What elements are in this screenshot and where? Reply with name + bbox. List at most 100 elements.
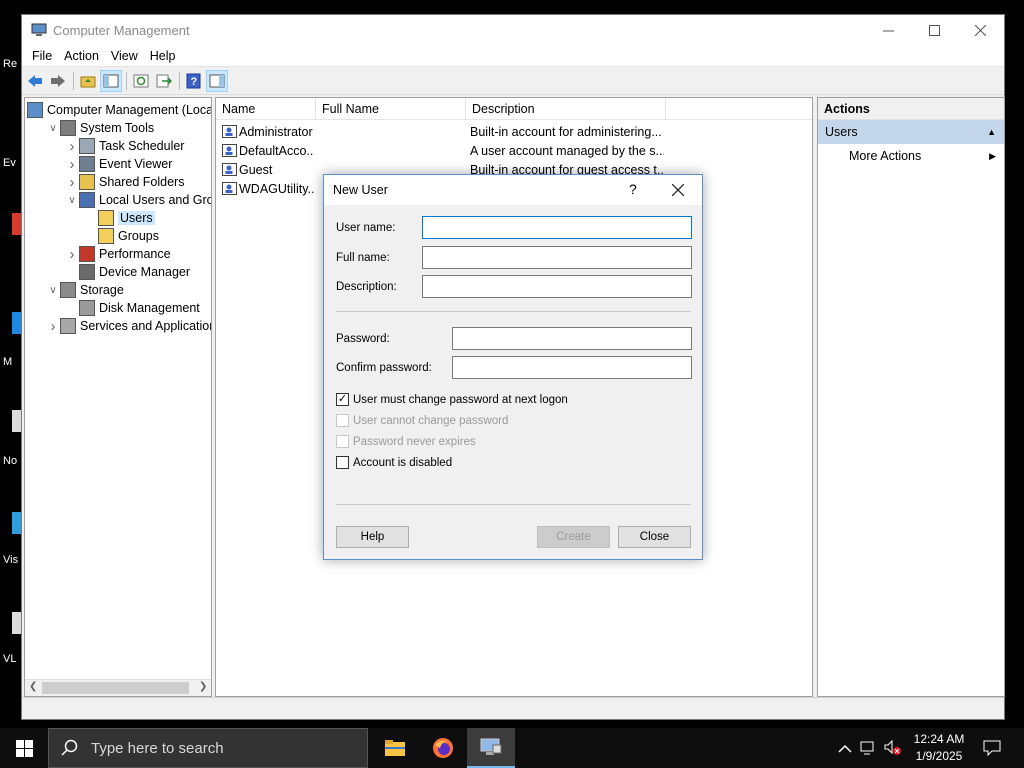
computer-management-taskbar-button[interactable] bbox=[467, 728, 515, 768]
expand-right-icon[interactable]: › bbox=[65, 246, 79, 263]
taskbar-clock[interactable]: 12:24 AM 1/9/2025 bbox=[905, 731, 973, 765]
menu-view[interactable]: View bbox=[105, 49, 144, 63]
file-explorer-taskbar-button[interactable] bbox=[371, 728, 419, 768]
confirm-password-field[interactable] bbox=[452, 356, 692, 379]
notifications-button[interactable] bbox=[972, 728, 1012, 768]
maximize-button[interactable] bbox=[911, 15, 957, 45]
back-button[interactable] bbox=[24, 70, 46, 92]
start-button[interactable] bbox=[0, 728, 48, 768]
back-arrow-icon bbox=[28, 74, 42, 87]
account-disabled-checkbox[interactable]: Account is disabled bbox=[336, 456, 452, 469]
windows-logo-icon bbox=[15, 739, 33, 757]
computer-management-icon bbox=[31, 23, 47, 36]
tree-item[interactable]: Device Manager bbox=[65, 263, 190, 281]
forward-button[interactable] bbox=[47, 70, 69, 92]
tree-item[interactable]: › Shared Folders bbox=[65, 173, 185, 191]
up-one-level-button[interactable] bbox=[77, 70, 99, 92]
clock-icon bbox=[79, 138, 95, 154]
menu-action[interactable]: Action bbox=[58, 49, 105, 63]
expand-down-icon[interactable]: ∨ bbox=[46, 123, 60, 134]
checkbox-icon[interactable] bbox=[336, 456, 349, 469]
create-button[interactable]: Create bbox=[537, 526, 610, 548]
event-viewer-icon bbox=[79, 156, 95, 172]
checkbox-icon[interactable] bbox=[336, 435, 349, 448]
checkbox-icon[interactable] bbox=[336, 414, 349, 427]
toolbar-separator bbox=[179, 71, 180, 90]
show-hide-console-tree-button[interactable] bbox=[100, 69, 122, 92]
scrollbar-thumb[interactable] bbox=[42, 682, 189, 694]
tree-item[interactable]: › Event Viewer bbox=[65, 155, 173, 173]
refresh-button[interactable] bbox=[130, 70, 152, 92]
tree-item-label: Device Manager bbox=[99, 265, 191, 279]
password-never-expires-checkbox[interactable]: Password never expires bbox=[336, 435, 476, 448]
expand-right-icon[interactable]: › bbox=[65, 138, 79, 155]
username-field[interactable] bbox=[422, 216, 692, 239]
firefox-taskbar-button[interactable] bbox=[419, 728, 467, 768]
desktop-icon-label[interactable]: Re bbox=[3, 58, 17, 70]
dialog-title-bar[interactable]: New User ? bbox=[324, 175, 702, 205]
checkbox-checked-icon[interactable]: ✓ bbox=[336, 393, 349, 406]
description-field[interactable] bbox=[422, 275, 692, 298]
menu-bar: File Action View Help bbox=[22, 45, 1004, 67]
column-header-full-name[interactable]: Full Name bbox=[316, 98, 466, 119]
description-label: Description: bbox=[336, 281, 397, 293]
tree-item[interactable]: Groups bbox=[84, 227, 159, 245]
tree-item[interactable]: › Services and Applications bbox=[46, 317, 212, 335]
network-icon[interactable] bbox=[860, 741, 876, 755]
toolbar-separator bbox=[126, 71, 127, 90]
desktop-icon-label[interactable]: Ev bbox=[3, 157, 16, 169]
desktop-icon-label[interactable]: No bbox=[3, 455, 17, 467]
column-header-name[interactable]: Name bbox=[216, 98, 316, 119]
desktop-icon-label[interactable]: VL bbox=[3, 653, 16, 665]
menu-file[interactable]: File bbox=[26, 49, 58, 63]
horizontal-scrollbar[interactable]: ❮ ❯ bbox=[25, 679, 211, 696]
device-manager-icon bbox=[79, 264, 95, 280]
status-bar bbox=[22, 697, 1004, 719]
menu-help[interactable]: Help bbox=[144, 49, 182, 63]
export-list-button[interactable] bbox=[153, 70, 175, 92]
show-hide-action-pane-button[interactable] bbox=[206, 69, 228, 92]
must-change-password-checkbox[interactable]: ✓ User must change password at next logo… bbox=[336, 393, 568, 406]
tree-item[interactable]: ∨ Local Users and Groups bbox=[65, 191, 211, 209]
taskbar-search-box[interactable]: Type here to search bbox=[48, 728, 368, 768]
expand-down-icon[interactable]: ∨ bbox=[46, 285, 60, 296]
tree-item[interactable]: Users bbox=[84, 209, 155, 227]
tree-item[interactable]: ∨ System Tools bbox=[46, 119, 154, 137]
title-bar[interactable]: Computer Management bbox=[22, 15, 1004, 45]
show-hidden-icons-chevron-icon[interactable] bbox=[838, 743, 852, 753]
table-row[interactable]: DefaultAcco... A user account managed by… bbox=[216, 141, 812, 160]
performance-icon bbox=[79, 246, 95, 262]
cannot-change-password-checkbox[interactable]: User cannot change password bbox=[336, 414, 508, 427]
table-row[interactable]: Administrator Built-in account for admin… bbox=[216, 122, 812, 141]
desktop-icon-label[interactable]: Vis bbox=[3, 554, 18, 566]
scroll-right-icon[interactable]: ❯ bbox=[199, 681, 207, 692]
tree-item[interactable]: › Performance bbox=[65, 245, 171, 263]
more-actions-item[interactable]: More Actions ▶ bbox=[818, 144, 1004, 168]
expand-right-icon[interactable]: › bbox=[46, 318, 60, 335]
actions-section-users[interactable]: Users ▲ bbox=[818, 120, 1004, 144]
dialog-help-icon[interactable]: ? bbox=[629, 181, 637, 197]
close-window-button[interactable] bbox=[957, 15, 1003, 45]
close-button[interactable]: Close bbox=[618, 526, 691, 548]
expand-down-icon[interactable]: ∨ bbox=[65, 195, 79, 206]
help-button[interactable]: Help bbox=[336, 526, 409, 548]
column-header-description[interactable]: Description bbox=[466, 98, 666, 119]
tree-item[interactable]: ∨ Storage bbox=[46, 281, 124, 299]
dialog-close-icon[interactable] bbox=[671, 178, 685, 201]
tree-item[interactable]: Computer Management (Local bbox=[27, 101, 211, 119]
export-icon bbox=[156, 74, 172, 87]
password-field[interactable] bbox=[452, 327, 692, 350]
help-toolbar-button[interactable]: ? bbox=[183, 70, 205, 92]
minimize-button[interactable] bbox=[865, 15, 911, 45]
desktop-icon-label[interactable]: M bbox=[3, 356, 12, 368]
volume-muted-icon[interactable] bbox=[884, 740, 902, 756]
fullname-field[interactable] bbox=[422, 246, 692, 269]
expand-right-icon[interactable]: › bbox=[65, 174, 79, 191]
actions-header: Actions bbox=[818, 98, 1004, 120]
tree-item[interactable]: › Task Scheduler bbox=[65, 137, 185, 155]
collapse-up-icon[interactable]: ▲ bbox=[987, 120, 996, 144]
tree-item[interactable]: Disk Management bbox=[65, 299, 200, 317]
expand-right-icon[interactable]: › bbox=[65, 156, 79, 173]
scroll-left-icon[interactable]: ❮ bbox=[29, 681, 37, 692]
user-name: Administrator bbox=[239, 124, 313, 139]
